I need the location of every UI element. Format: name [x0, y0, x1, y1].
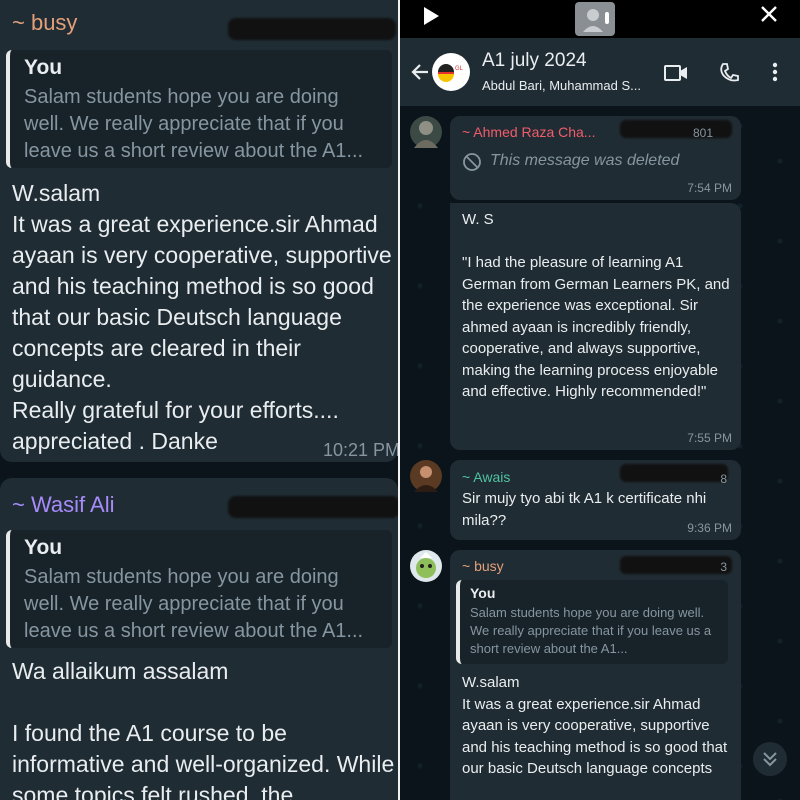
chat-title[interactable]: A1 july 2024 — [482, 50, 587, 72]
sender-name: ~ Ahmed Raza Cha... — [462, 124, 596, 140]
svg-text:GL: GL — [455, 66, 464, 72]
sender-avatar[interactable] — [410, 116, 442, 148]
message-time: 10:21 PM — [322, 440, 400, 460]
sender-avatar[interactable] — [410, 550, 442, 582]
double-chevron-down-icon — [763, 752, 777, 767]
message-text: Wa allaikum assalam I found the A1 cours… — [12, 658, 395, 800]
message-time: 7:54 PM — [687, 181, 732, 195]
message-bubble-busy[interactable]: ~ busy You Salam students hope you are d… — [0, 0, 400, 462]
left-screenshot-panel: ~ busy You Salam students hope you are d… — [0, 0, 400, 800]
quote-author: You — [24, 536, 63, 559]
sender-avatar[interactable] — [410, 460, 442, 492]
sender-name: ~ Wasif Ali — [12, 492, 115, 517]
chat-subtitle[interactable]: Abdul Bari, Muhammad S... — [482, 78, 641, 93]
system-top-bar — [400, 0, 800, 38]
deleted-message-icon — [463, 153, 481, 171]
deleted-message-text: This message was deleted — [490, 152, 680, 169]
message-text: W. S "I had the pleasure of learning A1 … — [462, 211, 730, 400]
quote-author: You — [24, 56, 63, 79]
message-text: W.salam It was a great experience.sir Ah… — [12, 180, 392, 454]
redacted-phone — [620, 120, 732, 138]
message-bubble-wasif[interactable]: ~ Wasif Ali You Salam students hope you … — [0, 478, 400, 800]
quoted-message[interactable]: You Salam students hope you are doing we… — [6, 50, 392, 168]
redacted-phone — [228, 496, 400, 518]
video-call-icon[interactable] — [664, 64, 688, 82]
quote-text: Salam students hope you are doing well. … — [470, 605, 712, 656]
redacted-phone — [228, 18, 396, 40]
redacted-phone — [620, 556, 732, 574]
quoted-message[interactable]: You Salam students hope you are doing we… — [6, 530, 392, 648]
back-arrow-icon[interactable] — [410, 62, 430, 82]
phone-tail: 801 — [692, 126, 713, 140]
close-icon[interactable] — [759, 4, 779, 24]
chat-header: GL A1 july 2024 Abdul Bari, Muhammad S..… — [400, 38, 800, 106]
play-icon[interactable] — [422, 6, 440, 26]
phone-tail: 3 — [720, 560, 727, 574]
redacted-phone — [620, 464, 728, 482]
phone-icon[interactable] — [718, 62, 740, 84]
message-bubble-awais[interactable]: ~ Awais 8 Sir mujy tyo abi tk A1 k certi… — [450, 460, 741, 540]
contact-avatar-icon — [575, 2, 615, 36]
sender-name: ~ busy — [462, 558, 504, 574]
message-bubble-review[interactable]: W. S "I had the pleasure of learning A1 … — [450, 203, 741, 450]
scroll-down-button[interactable] — [753, 742, 787, 776]
quote-author: You — [470, 585, 496, 601]
phone-tail: 8 — [720, 472, 727, 486]
message-text: W.salam It was a great experience.sir Ah… — [462, 674, 728, 777]
sender-name: ~ busy — [12, 10, 78, 35]
message-time: 9:36 PM — [687, 521, 732, 535]
message-bubble-busy[interactable]: ~ busy 3 You Salam students hope you are… — [450, 550, 741, 800]
quote-text: Salam students hope you are doing well. … — [24, 86, 364, 162]
more-vert-icon[interactable] — [772, 62, 778, 82]
message-bubble-deleted[interactable]: ~ Ahmed Raza Cha... 801 This message was… — [450, 116, 741, 200]
message-time: 7:55 PM — [687, 431, 732, 445]
sender-name: ~ Awais — [462, 469, 511, 485]
quote-text: Salam students hope you are doing well. … — [24, 566, 364, 642]
quoted-message[interactable]: You Salam students hope you are doing we… — [456, 580, 728, 664]
group-avatar[interactable]: GL — [432, 53, 470, 91]
